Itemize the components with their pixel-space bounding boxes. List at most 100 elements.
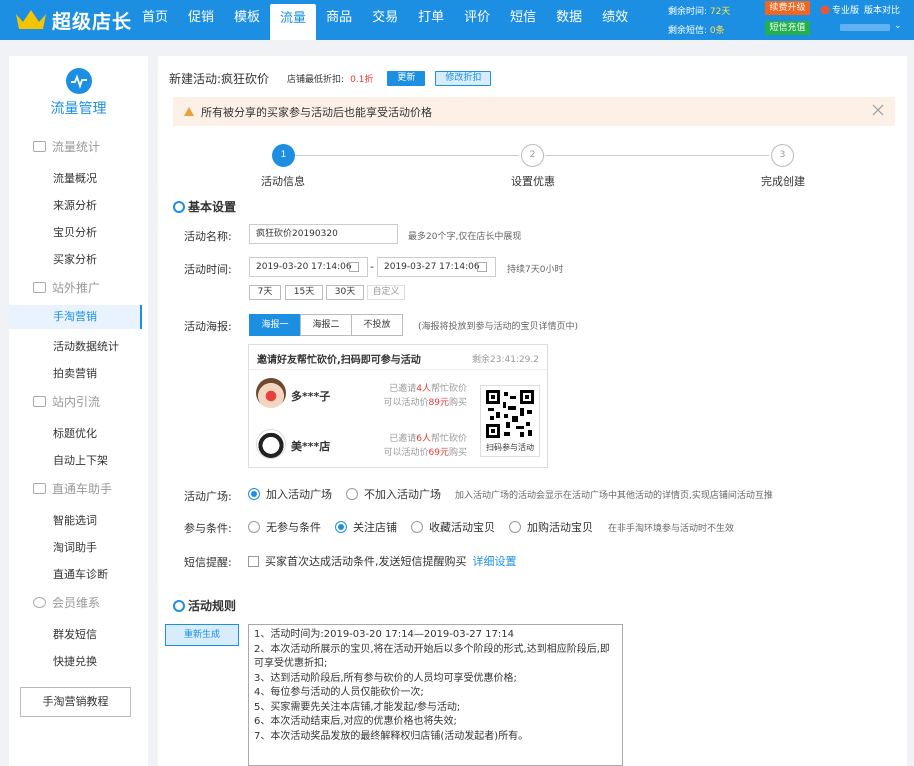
chevron-down-icon[interactable]: ⌄	[894, 21, 902, 31]
radio-unchecked[interactable]	[346, 488, 358, 500]
end-time-input[interactable]: 2019-03-27 17:14:06	[377, 257, 496, 277]
qr-code-icon	[486, 390, 534, 438]
checkbox[interactable]	[248, 555, 259, 567]
sidebar-item-activity-stats[interactable]: 活动数据统计	[53, 338, 119, 354]
nav-print[interactable]: 打单	[408, 0, 454, 40]
tab-poster-2[interactable]: 海报二	[300, 314, 352, 336]
sidebar-item-smart-keyword[interactable]: 智能选词	[53, 512, 97, 528]
renew-button[interactable]: 续费升级	[765, 1, 810, 15]
link-icon	[33, 396, 46, 407]
step-3-label: 完成创建	[761, 175, 805, 188]
radio-no-plaza[interactable]: 不加入活动广场	[346, 486, 441, 502]
sidebar-item-title-optimize[interactable]: 标题优化	[53, 425, 97, 441]
radio-no-condition[interactable]: 无参与条件	[248, 519, 321, 535]
plaza-hint: 加入活动广场的活动会显示在活动广场中其他活动的详情页,实现店铺间活动互推	[455, 491, 773, 501]
warning-icon	[184, 107, 194, 116]
rule-line: 2、本次活动所展示的宝贝,将在活动开始后以多个阶段的形式,达到相应阶段后,即可享…	[254, 643, 610, 670]
sidebar-title: 流量管理	[50, 101, 107, 117]
sidebar-item-quick-exchange[interactable]: 快捷兑换	[53, 653, 97, 669]
page-title: 新建活动:疯狂砍价	[169, 72, 270, 86]
remaining-sms: 剩余短信: 0条	[668, 26, 725, 36]
calendar-icon	[349, 262, 359, 272]
gear-icon	[173, 200, 185, 213]
sidebar-item-auction[interactable]: 拍卖营销	[53, 365, 97, 381]
quick-7-days[interactable]: 7天	[249, 285, 281, 300]
rules-textarea[interactable]: 1、活动时间为:2019-03-20 17:14—2019-03-27 17:1…	[248, 624, 623, 766]
detail-settings-link[interactable]: 详细设置	[473, 553, 517, 569]
section-basic-settings: 基本设置	[173, 198, 236, 215]
name-hint: 最多20个字,仅在店长中展现	[408, 232, 522, 242]
sidebar-item-mobile-marketing[interactable]: 手淘营销	[9, 305, 142, 329]
qr-code: 扫码参与活动	[480, 385, 540, 457]
modify-discount-button[interactable]: 修改折扣	[435, 71, 492, 86]
sidebar-item-item-analysis[interactable]: 宝贝分析	[53, 224, 97, 240]
close-icon[interactable]	[871, 103, 885, 117]
update-button[interactable]: 更新	[387, 71, 426, 86]
main-content: 新建活动:疯狂砍价 店铺最低折扣: 0.1折 更新 修改折扣 所有被分享的买家参…	[158, 56, 907, 766]
radio-checked[interactable]	[248, 488, 260, 500]
poster-label: 活动海报:	[184, 320, 232, 333]
start-time-input[interactable]: 2019-03-20 17:14:06	[249, 257, 368, 277]
app-name: 超级店长	[52, 10, 133, 33]
quick-30-days[interactable]: 30天	[326, 285, 364, 300]
nav-trade[interactable]: 交易	[362, 0, 408, 40]
radio-unchecked[interactable]	[411, 521, 423, 533]
section-activity-rules: 活动规则	[173, 597, 236, 614]
nav-template[interactable]: 模板	[224, 0, 270, 40]
rule-line: 4、每位参与活动的人员仅能砍价一次;	[254, 687, 424, 698]
alert-banner: 所有被分享的买家参与活动后也能享受活动价格	[173, 97, 895, 126]
tab-poster-1[interactable]: 海报一	[249, 314, 301, 336]
top-bar: 超级店长 首页 促销 模板 流量 商品 交易 打单 评价 短信 数据 绩效 剩余…	[0, 0, 914, 40]
nav-goods[interactable]: 商品	[316, 0, 362, 40]
nav-sms[interactable]: 短信	[500, 0, 546, 40]
poster-countdown: 剩余23:41:29.2	[471, 355, 539, 365]
radio-join-plaza[interactable]: 加入活动广场	[248, 486, 332, 502]
main-nav: 首页 促销 模板 流量 商品 交易 打单 评价 短信 数据 绩效	[132, 0, 638, 40]
invite-count: 已邀请6人帮忙砍价	[389, 434, 467, 444]
compare-link[interactable]: 版本对比	[864, 3, 900, 16]
nav-traffic[interactable]: 流量	[270, 4, 317, 40]
radio-unchecked[interactable]	[509, 521, 521, 533]
sidebar-item-keyword-helper[interactable]: 淘词助手	[53, 539, 97, 555]
user-name[interactable]	[840, 24, 890, 31]
sidebar-item-overview[interactable]: 流量概况	[53, 170, 97, 186]
nav-performance[interactable]: 绩效	[592, 0, 638, 40]
nav-review[interactable]: 评价	[454, 0, 500, 40]
step-connector	[545, 155, 769, 156]
radio-follow-shop[interactable]: 关注店铺	[335, 519, 397, 535]
qr-caption: 扫码参与活动	[486, 443, 534, 452]
quick-15-days[interactable]: 15天	[285, 285, 323, 300]
radio-add-cart[interactable]: 加购活动宝贝	[509, 519, 593, 535]
radio-checked[interactable]	[335, 521, 347, 533]
divider	[249, 369, 547, 370]
tab-no-poster[interactable]: 不投放	[351, 314, 403, 336]
sidebar-item-ztc-diagnosis[interactable]: 直通车诊断	[53, 566, 108, 582]
poster-user-name: 多***子	[291, 390, 331, 403]
time-dash: -	[370, 260, 374, 273]
nav-data[interactable]: 数据	[546, 0, 592, 40]
quick-custom[interactable]: 自定义	[367, 285, 405, 300]
sidebar-item-source[interactable]: 来源分析	[53, 197, 97, 213]
app-logo[interactable]: 超级店长	[14, 6, 132, 34]
sidebar-item-group-sms[interactable]: 群发短信	[53, 626, 97, 642]
activity-name-input[interactable]: 疯狂砍价20190320	[249, 224, 398, 244]
sidebar-header: 流量管理	[9, 68, 148, 118]
rule-line: 7、本次活动奖品发放的最终解释权归店铺(活动发起者)所有。	[254, 730, 529, 742]
car-icon	[33, 483, 46, 494]
crown-icon	[16, 10, 46, 29]
sms-reminder-checkbox[interactable]: 买家首次达成活动条件,发送短信提醒购买 详细设置	[248, 553, 517, 569]
step-1: 1	[272, 144, 295, 167]
radio-unchecked[interactable]	[248, 521, 260, 533]
sidebar-item-auto-shelf[interactable]: 自动上下架	[53, 452, 108, 468]
step-1-label: 活动信息	[261, 175, 305, 188]
nav-home[interactable]: 首页	[132, 0, 178, 40]
sidebar-item-buyer-analysis[interactable]: 买家分析	[53, 251, 97, 267]
radio-favorite-item[interactable]: 收藏活动宝贝	[411, 519, 495, 535]
regenerate-button[interactable]: 重新生成	[165, 624, 239, 646]
pulse-icon	[65, 68, 92, 94]
tutorial-button[interactable]: 手淘营销教程	[20, 687, 131, 717]
sms-recharge-button[interactable]: 短信充值	[765, 21, 810, 35]
group-ztc: 直通车助手	[33, 480, 112, 497]
nav-promotion[interactable]: 促销	[178, 0, 224, 40]
min-discount-label: 店铺最低折扣:	[287, 75, 345, 85]
